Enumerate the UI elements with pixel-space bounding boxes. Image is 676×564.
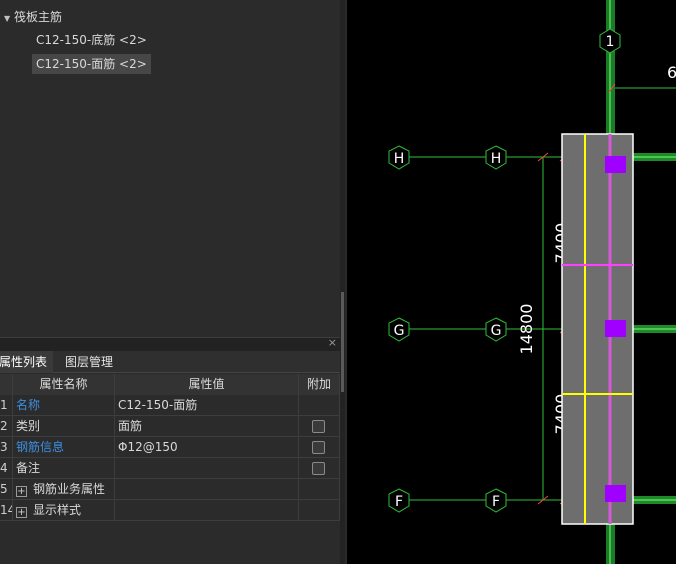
property-value-input[interactable]: Φ12@150 bbox=[115, 437, 299, 458]
table-header-row: 属性名称 属性值 附加 bbox=[0, 374, 340, 395]
left-panel: ▼ 筏板主筋 C12-150-底筋 <2> C12-150-面筋 <2> × 属性… bbox=[0, 0, 345, 564]
table-row[interactable]: 14 + 显示样式 bbox=[0, 500, 340, 521]
row-number: 1 bbox=[0, 395, 13, 416]
property-value bbox=[115, 500, 299, 521]
panel-scrollbar-thumb[interactable] bbox=[341, 292, 344, 392]
axis-label-G-left: G bbox=[394, 323, 405, 339]
properties-panel-titlebar: × bbox=[0, 336, 340, 351]
table-row[interactable]: 1 名称 C12-150-面筋 bbox=[0, 395, 340, 416]
property-name: 名称 bbox=[13, 395, 115, 416]
tab-layer-management[interactable]: 图层管理 bbox=[59, 351, 119, 373]
property-value bbox=[115, 479, 299, 500]
panel-scrollbar[interactable] bbox=[340, 0, 345, 564]
axis-label-F-right: F bbox=[492, 494, 500, 510]
row-number: 5 bbox=[0, 479, 13, 500]
extra-checkbox[interactable] bbox=[312, 462, 325, 475]
axis-label-1: 1 bbox=[606, 34, 615, 50]
extra-cell bbox=[299, 437, 340, 458]
tree-item-top-rebar[interactable]: C12-150-面筋 <2> bbox=[32, 54, 151, 74]
extra-cell bbox=[299, 479, 340, 500]
extra-checkbox[interactable] bbox=[312, 420, 325, 433]
rebar-tree-panel: ▼ 筏板主筋 C12-150-底筋 <2> C12-150-面筋 <2> bbox=[0, 0, 340, 337]
axis-label-F-left: F bbox=[395, 494, 403, 510]
header-property-name: 属性名称 bbox=[13, 374, 115, 395]
tree-root-label: 筏板主筋 bbox=[14, 10, 63, 24]
drawing-canvas[interactable]: 1 6 H H G G F F 14800 bbox=[347, 0, 676, 564]
header-extra: 附加 bbox=[299, 374, 340, 395]
table-row[interactable]: 2 类别 面筋 bbox=[0, 416, 340, 437]
property-value-input[interactable]: C12-150-面筋 bbox=[115, 395, 299, 416]
extra-cell bbox=[299, 500, 340, 521]
table-row[interactable]: 4 备注 bbox=[0, 458, 340, 479]
header-index-cell bbox=[0, 374, 13, 395]
property-name: 备注 bbox=[13, 458, 115, 479]
axis-label-H-left: H bbox=[394, 151, 405, 167]
expand-plus-icon[interactable]: + bbox=[16, 507, 27, 518]
axis-label-H-right: H bbox=[491, 151, 502, 167]
row-number: 3 bbox=[0, 437, 13, 458]
property-name: 类别 bbox=[13, 416, 115, 437]
row-number: 2 bbox=[0, 416, 13, 437]
properties-panel: × 属性列表 图层管理 属性名称 属性值 附加 1 名称 C12-150-面筋 … bbox=[0, 336, 340, 564]
property-group-label: 钢筋业务属性 bbox=[33, 482, 106, 496]
extra-cell bbox=[299, 395, 340, 416]
row-number: 4 bbox=[0, 458, 13, 479]
property-value-input[interactable] bbox=[115, 458, 299, 479]
expand-plus-icon[interactable]: + bbox=[16, 486, 27, 497]
close-icon[interactable]: × bbox=[328, 336, 337, 349]
extra-checkbox[interactable] bbox=[312, 441, 325, 454]
property-value-input[interactable]: 面筋 bbox=[115, 416, 299, 437]
cad-drawing[interactable]: 1 6 H H G G F F 14800 bbox=[347, 0, 676, 564]
extra-cell bbox=[299, 416, 340, 437]
tree-item-bottom-rebar[interactable]: C12-150-底筋 <2> bbox=[32, 30, 151, 50]
property-group-label: 显示样式 bbox=[33, 503, 82, 517]
property-group[interactable]: + 显示样式 bbox=[13, 500, 115, 521]
tab-property-list[interactable]: 属性列表 bbox=[0, 351, 54, 373]
property-name: 钢筋信息 bbox=[13, 437, 115, 458]
axis-label-G-right: G bbox=[491, 323, 502, 339]
property-group[interactable]: + 钢筋业务属性 bbox=[13, 479, 115, 500]
extra-cell bbox=[299, 458, 340, 479]
caret-down-icon[interactable]: ▼ bbox=[4, 10, 14, 28]
tree-root-raft-main-rebar[interactable]: ▼ 筏板主筋 bbox=[4, 8, 62, 26]
table-row[interactable]: 5 + 钢筋业务属性 bbox=[0, 479, 340, 500]
column-H[interactable] bbox=[605, 156, 626, 173]
dim-partial-top: 6 bbox=[667, 63, 676, 82]
table-row[interactable]: 3 钢筋信息 Φ12@150 bbox=[0, 437, 340, 458]
column-G[interactable] bbox=[605, 320, 626, 337]
row-number: 14 bbox=[0, 500, 13, 521]
header-property-value: 属性值 bbox=[115, 374, 299, 395]
column-F[interactable] bbox=[605, 485, 626, 502]
dim-text-total: 14800 bbox=[517, 304, 536, 355]
tab-bar: 属性列表 图层管理 bbox=[0, 351, 340, 373]
